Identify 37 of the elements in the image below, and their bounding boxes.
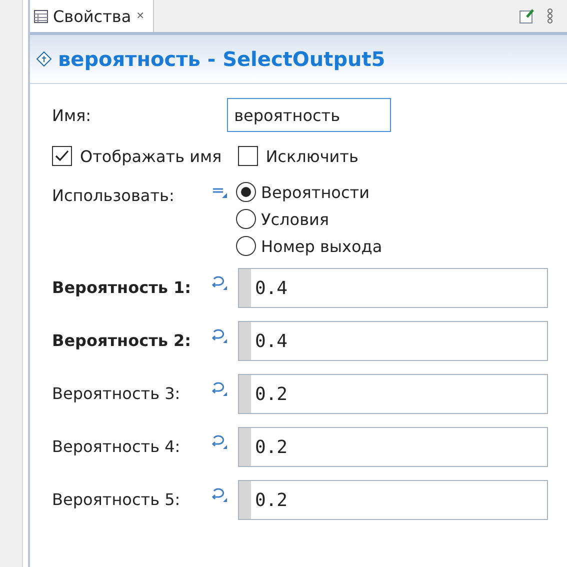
- radio-label: Номер выхода: [261, 236, 382, 256]
- properties-tab[interactable]: Свойства ✕: [30, 0, 154, 32]
- arrow-icon[interactable]: [210, 327, 228, 343]
- arrow-icon[interactable]: [210, 274, 228, 290]
- arrow-icon[interactable]: [210, 486, 228, 502]
- value-field[interactable]: 0.2: [238, 427, 548, 467]
- checkbox[interactable]: [238, 146, 258, 166]
- radio-button[interactable]: [236, 209, 256, 229]
- field-label: Использовать:: [52, 185, 176, 205]
- close-icon[interactable]: ✕: [136, 10, 145, 22]
- diamond-icon: [36, 51, 52, 67]
- checkbox-label: Исключить: [266, 146, 358, 166]
- value-field[interactable]: 0.4: [238, 321, 548, 361]
- field-label: Имя:: [52, 106, 92, 124]
- panel-title: вероятность - SelectOutput5: [58, 47, 386, 71]
- value-field[interactable]: 0.2: [238, 374, 548, 414]
- menu-icon[interactable]: [547, 8, 553, 24]
- field-label: Вероятность 4:: [52, 436, 182, 456]
- value-field[interactable]: 0.4: [238, 268, 548, 308]
- radio-button[interactable]: [236, 182, 256, 202]
- name-field[interactable]: вероятность: [227, 98, 392, 132]
- tab-label: Свойства: [53, 6, 132, 26]
- radio-label: Условия: [261, 210, 330, 228]
- checkbox-label: Отображать имя: [80, 146, 222, 166]
- field-label: Вероятность 1:: [52, 277, 192, 297]
- checkmark-icon: [54, 149, 70, 163]
- table-icon: [34, 10, 48, 22]
- value-field[interactable]: 0.2: [238, 480, 548, 520]
- checkbox[interactable]: [52, 146, 72, 166]
- radio-button[interactable]: [236, 236, 256, 256]
- radio-label: Вероятности: [261, 182, 370, 202]
- field-label: Вероятность 5:: [52, 489, 182, 509]
- field-label: Вероятность 2:: [52, 330, 192, 350]
- arrow-icon[interactable]: [210, 380, 228, 396]
- list-icon[interactable]: [212, 186, 228, 200]
- field-label: Вероятность 3:: [52, 383, 182, 403]
- arrow-icon[interactable]: [210, 433, 228, 449]
